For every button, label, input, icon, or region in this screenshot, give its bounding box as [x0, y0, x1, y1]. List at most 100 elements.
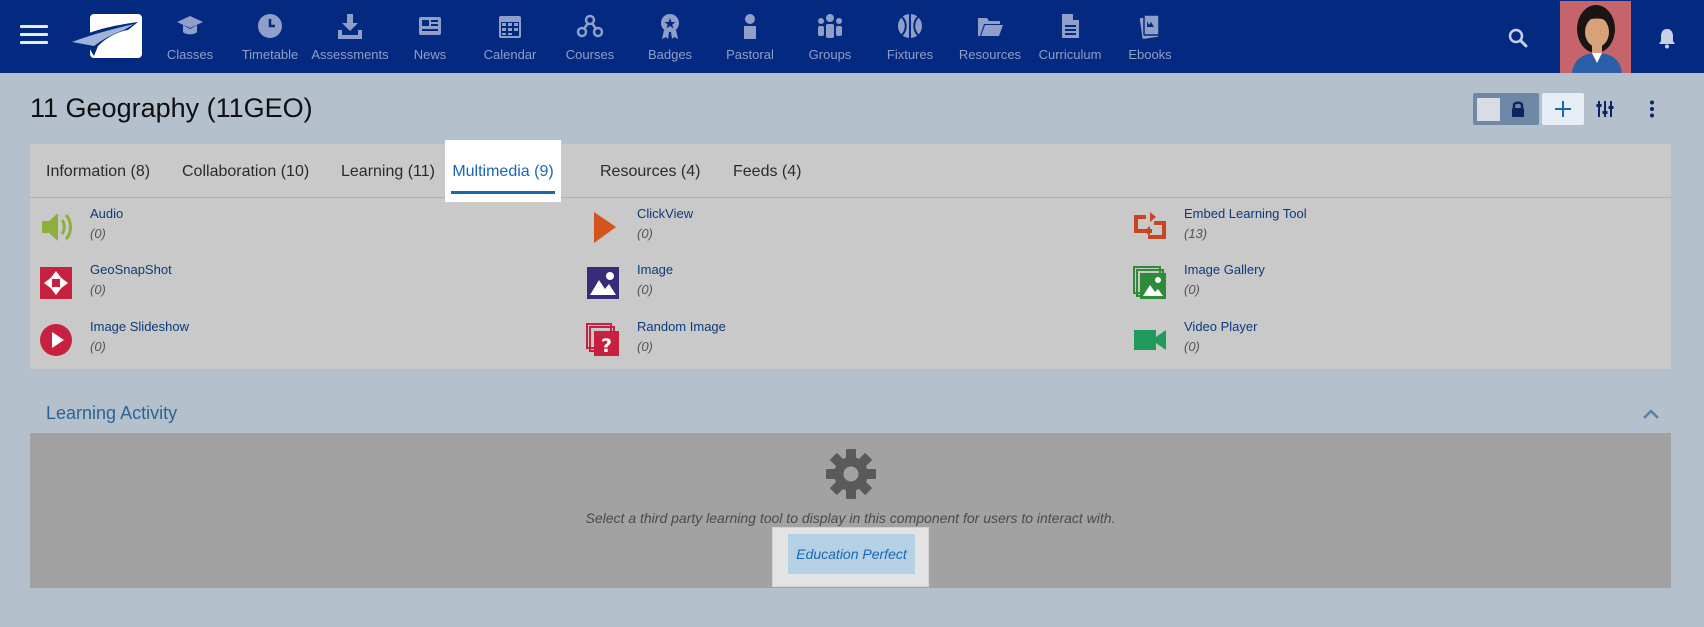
tab-multimedia-label: Multimedia (9)	[452, 163, 554, 180]
user-avatar[interactable]	[1560, 1, 1631, 73]
document-icon	[1062, 14, 1079, 38]
nav-badges[interactable]: Badges	[630, 0, 710, 73]
nav-label: News	[413, 47, 447, 62]
item-count: (0)	[1184, 282, 1200, 297]
item-count: (0)	[1184, 339, 1200, 354]
item-name[interactable]: Image Gallery	[1184, 262, 1265, 277]
nav-ebooks[interactable]: Ebooks	[1110, 0, 1190, 73]
add-button[interactable]	[1542, 93, 1584, 125]
learning-activity-message: Select a third party learning tool to di…	[585, 510, 1116, 526]
nav-label: Courses	[565, 47, 615, 62]
image-icon	[587, 267, 619, 299]
item-count: (13)	[1184, 226, 1208, 241]
random-image-icon: ?	[586, 323, 619, 357]
nav-label: Groups	[808, 47, 852, 62]
speaker-icon	[42, 213, 72, 241]
image-gallery-icon	[1133, 266, 1166, 299]
lock-toggle[interactable]	[1473, 93, 1539, 125]
page-title: 11 Geography (11GEO)	[30, 93, 313, 123]
nav-label: Classes	[166, 47, 214, 62]
top-navigation-bar: Classes Timetable Assessments News Calen…	[0, 0, 1704, 73]
svg-text:?: ?	[601, 335, 612, 357]
learning-activity-title: Learning Activity	[46, 403, 178, 423]
nav-fixtures[interactable]: Fixtures	[870, 0, 950, 73]
slideshow-play-icon	[40, 324, 72, 356]
item-count: (0)	[637, 282, 653, 297]
lock-icon	[1512, 101, 1524, 117]
nav-label: Fixtures	[886, 47, 934, 62]
nav-label: Assessments	[311, 47, 389, 62]
tab-information[interactable]: Information (8)	[46, 144, 150, 198]
nav-classes[interactable]: Classes	[150, 0, 230, 73]
gear-icon	[826, 449, 876, 499]
play-triangle-icon	[594, 212, 616, 243]
item-count: (0)	[637, 339, 653, 354]
item-count: (0)	[90, 226, 106, 241]
item-count: (0)	[90, 282, 106, 297]
embed-icon	[1134, 212, 1166, 239]
tab-learning[interactable]: Learning (11)	[341, 144, 435, 198]
nav-news[interactable]: News	[390, 0, 470, 73]
nav-pastoral[interactable]: Pastoral	[710, 0, 790, 73]
nav-assessments[interactable]: Assessments	[310, 0, 390, 73]
item-name[interactable]: Audio	[90, 206, 123, 221]
item-name[interactable]: Random Image	[637, 319, 726, 334]
tool-selector-popup: Education Perfect	[772, 527, 929, 587]
avatar-illustration	[1560, 1, 1631, 73]
item-name[interactable]: ClickView	[637, 206, 693, 221]
nav-label: Badges	[647, 47, 693, 62]
school-logo[interactable]	[68, 12, 146, 60]
aperture-icon	[40, 267, 72, 299]
tab-bar: Information (8) Collaboration (10) Learn…	[30, 140, 1671, 202]
nav-label: Timetable	[241, 47, 299, 62]
main-nav: Classes Timetable Assessments News Calen…	[150, 0, 1190, 73]
person-icon	[744, 14, 756, 39]
tab-multimedia[interactable]: Multimedia (9)	[445, 140, 561, 202]
nav-curriculum[interactable]: Curriculum	[1030, 0, 1110, 73]
chevron-up-icon[interactable]	[1640, 403, 1662, 425]
education-perfect-button[interactable]: Education Perfect	[788, 534, 915, 574]
clock-icon	[258, 14, 282, 38]
calendar-icon	[499, 16, 521, 38]
basketball-icon	[898, 14, 922, 38]
newspaper-icon	[419, 17, 441, 35]
learning-activity-body: Select a third party learning tool to di…	[30, 433, 1671, 588]
download-tray-icon	[338, 14, 362, 39]
network-icon	[576, 14, 604, 38]
nav-timetable[interactable]: Timetable	[230, 0, 310, 73]
hamburger-menu-icon[interactable]	[20, 25, 48, 47]
item-name[interactable]: Image	[637, 262, 673, 277]
video-camera-icon	[1134, 330, 1166, 350]
resources-panel: Information (8) Collaboration (10) Learn…	[30, 140, 1671, 369]
nav-resources[interactable]: Resources	[950, 0, 1030, 73]
item-name[interactable]: Video Player	[1184, 319, 1257, 334]
more-vertical-icon[interactable]	[1642, 99, 1662, 119]
badge-icon	[661, 14, 679, 39]
tab-feeds[interactable]: Feeds (4)	[733, 144, 801, 198]
item-count: (0)	[637, 226, 653, 241]
group-icon	[818, 14, 842, 38]
tab-collaboration[interactable]: Collaboration (10)	[182, 144, 309, 198]
ebook-icon	[1139, 14, 1160, 39]
toggle-switch	[1477, 98, 1500, 121]
item-name[interactable]: Embed Learning Tool	[1184, 206, 1307, 221]
search-icon[interactable]	[1506, 26, 1530, 50]
nav-label: Calendar	[483, 47, 537, 62]
nav-label: Resources	[958, 47, 1022, 62]
nav-label: Curriculum	[1038, 47, 1102, 62]
nav-label: Ebooks	[1128, 47, 1172, 62]
graduation-cap-icon	[177, 16, 203, 35]
folder-open-icon	[978, 18, 1003, 36]
nav-courses[interactable]: Courses	[550, 0, 630, 73]
notification-bell-icon[interactable]	[1655, 26, 1679, 50]
item-name[interactable]: GeoSnapShot	[90, 262, 172, 277]
tab-resources[interactable]: Resources (4)	[600, 144, 700, 198]
active-tab-underline	[451, 191, 555, 194]
nav-label: Pastoral	[726, 47, 774, 62]
nav-calendar[interactable]: Calendar	[470, 0, 550, 73]
nav-groups[interactable]: Groups	[790, 0, 870, 73]
adjust-settings-icon[interactable]	[1595, 99, 1615, 119]
item-count: (0)	[90, 339, 106, 354]
plus-icon	[1555, 101, 1571, 117]
item-name[interactable]: Image Slideshow	[90, 319, 189, 334]
